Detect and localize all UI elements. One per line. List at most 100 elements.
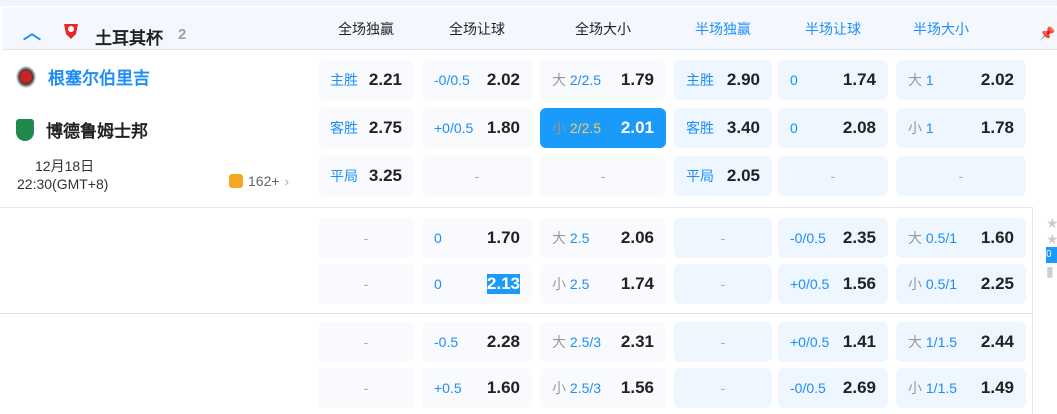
chevron-right-icon: › <box>284 173 290 189</box>
empty-dash: - <box>363 230 369 246</box>
odds-value: 2.69 <box>842 378 876 397</box>
odds-cell[interactable]: 客胜 3.40 <box>674 108 772 148</box>
odds-cell[interactable]: 0 2.08 <box>778 108 888 148</box>
odds-cell[interactable]: 客胜 2.75 <box>318 108 414 148</box>
away-team[interactable]: 博德鲁姆士邦 <box>16 117 148 142</box>
odds-cell[interactable]: 平局 2.05 <box>674 156 772 196</box>
odds-cell[interactable]: +0/0.5 1.56 <box>778 264 888 304</box>
pin-icon[interactable]: 📌 <box>1039 26 1055 42</box>
odds-label: +0/0.5 <box>790 276 829 292</box>
odds-label: 0 <box>790 72 798 88</box>
odds-side: 小 <box>908 120 922 136</box>
odds-value: 1.60 <box>980 228 1014 247</box>
odds-value: 2.31 <box>620 332 654 351</box>
odds-value: 2.08 <box>842 118 876 137</box>
more-markets-count: 162+ <box>248 173 280 189</box>
odds-cell[interactable]: 小 2.5 1.74 <box>540 264 666 304</box>
odds-label: 小 2.5 <box>552 274 589 294</box>
odds-side: 平局 <box>686 168 714 184</box>
odds-value: 2.13 <box>486 274 520 294</box>
odds-label: -0/0.5 <box>790 230 826 246</box>
odds-line: 2/2.5 <box>569 72 602 88</box>
odds-cell-empty: - <box>540 156 666 196</box>
stats-icon[interactable]: ▮ <box>1046 263 1057 279</box>
odds-cell-empty: - <box>318 368 414 408</box>
odds-side: 客胜 <box>330 120 358 136</box>
odds-cell-empty: - <box>318 264 414 304</box>
odds-cell[interactable]: -0/0.5 2.35 <box>778 218 888 258</box>
odds-label: 大 2/2.5 <box>552 70 601 90</box>
odds-value: 1.41 <box>842 332 876 351</box>
odds-cell[interactable]: -0/0.5 2.02 <box>422 60 532 100</box>
odds-value: 2.90 <box>726 70 760 89</box>
odds-cell[interactable]: 小 1/1.5 1.49 <box>896 368 1026 408</box>
odds-label: +0.5 <box>434 380 462 396</box>
odds-label: 大 2.5/3 <box>552 332 601 352</box>
divider <box>0 207 1032 208</box>
column-header: 全场大小 <box>575 21 631 37</box>
odds-side: 主胜 <box>686 72 714 88</box>
odds-label: 客胜 <box>686 118 714 138</box>
odds-cell[interactable]: +0/0.5 1.41 <box>778 322 888 362</box>
collapse-chevron-icon[interactable]: ︿ <box>23 19 41 45</box>
odds-cell[interactable]: 主胜 2.21 <box>318 60 414 100</box>
odds-side: 小 <box>908 276 922 292</box>
empty-dash: - <box>363 276 369 292</box>
odds-line: 0 <box>790 72 798 88</box>
odds-line: 2.5 <box>569 230 590 246</box>
odds-value: 1.49 <box>980 378 1014 397</box>
odds-cell[interactable]: 大 1/1.5 2.44 <box>896 322 1026 362</box>
odds-cell[interactable]: 0 1.74 <box>778 60 888 100</box>
odds-line: -0/0.5 <box>434 72 470 88</box>
empty-dash: - <box>474 168 480 184</box>
odds-line: 0 <box>434 276 442 292</box>
odds-value: 1.74 <box>620 274 654 293</box>
empty-dash: - <box>720 334 726 350</box>
odds-label: 小 2/2.5 <box>552 118 601 138</box>
live-icon[interactable]: 0 <box>1046 247 1057 263</box>
odds-line: 1 <box>925 120 934 136</box>
star-icon[interactable]: ★ <box>1046 215 1057 231</box>
odds-cell[interactable]: 大 0.5/1 1.60 <box>896 218 1026 258</box>
odds-label: +0/0.5 <box>790 334 829 350</box>
odds-cell[interactable]: +0.5 1.60 <box>422 368 532 408</box>
odds-cell[interactable]: 大 2.5 2.06 <box>540 218 666 258</box>
odds-value: 1.60 <box>486 378 520 397</box>
league-name[interactable]: 土耳其杯 <box>95 24 163 49</box>
odds-cell[interactable]: 0 2.13 <box>422 264 532 304</box>
star-icon[interactable]: ★ <box>1046 231 1057 247</box>
odds-cell[interactable]: 大 2.5/3 2.31 <box>540 322 666 362</box>
odds-line: 1/1.5 <box>925 334 958 350</box>
odds-cell[interactable]: -0/0.5 2.69 <box>778 368 888 408</box>
odds-cell[interactable]: 主胜 2.90 <box>674 60 772 100</box>
odds-cell[interactable]: 小 2/2.5 2.01 <box>540 108 666 148</box>
odds-cell[interactable]: 小 0.5/1 2.25 <box>896 264 1026 304</box>
odds-value: 1.80 <box>486 118 520 137</box>
home-team-name: 根塞尔伯里吉 <box>48 69 150 88</box>
odds-line: 0 <box>434 230 442 246</box>
odds-cell[interactable]: +0/0.5 1.80 <box>422 108 532 148</box>
odds-line: 1/1.5 <box>925 380 958 396</box>
odds-line: +0/0.5 <box>790 276 830 292</box>
odds-cell-empty: - <box>896 156 1026 196</box>
home-team[interactable]: 根塞尔伯里吉 <box>16 64 150 89</box>
odds-cell[interactable]: 大 1 2.02 <box>896 60 1026 100</box>
odds-cell[interactable]: -0.5 2.28 <box>422 322 532 362</box>
odds-cell[interactable]: 小 2.5/3 1.56 <box>540 368 666 408</box>
odds-cell[interactable]: 平局 3.25 <box>318 156 414 196</box>
odds-cell[interactable]: 大 2/2.5 1.79 <box>540 60 666 100</box>
odds-side: 大 <box>552 230 566 246</box>
odds-value: 2.44 <box>980 332 1014 351</box>
odds-line: 2/2.5 <box>569 120 602 136</box>
odds-cell[interactable]: 小 1 1.78 <box>896 108 1026 148</box>
more-markets-link[interactable]: 162+ › <box>229 173 289 189</box>
odds-side: 大 <box>552 334 566 350</box>
odds-value: 2.05 <box>726 166 760 185</box>
odds-side: 大 <box>908 334 922 350</box>
odds-side: 大 <box>908 230 922 246</box>
match-date: 12月18日 <box>35 158 95 174</box>
odds-cell[interactable]: 0 1.70 <box>422 218 532 258</box>
odds-line: -0/0.5 <box>790 380 826 396</box>
odds-label: 0 <box>434 276 442 292</box>
odds-cell-empty: - <box>674 264 772 304</box>
